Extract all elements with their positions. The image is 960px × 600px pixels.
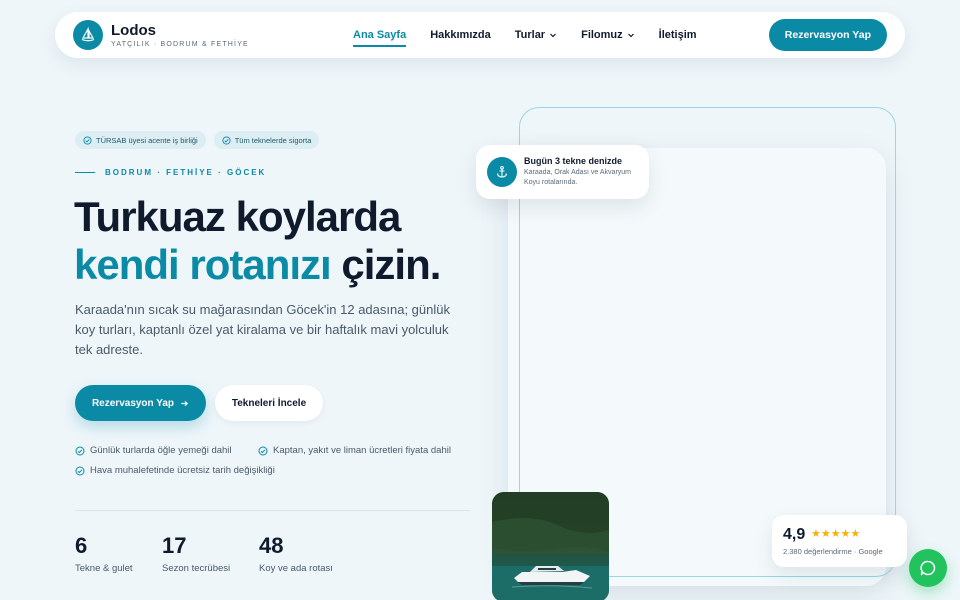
check-circle-icon	[258, 446, 268, 455]
nav-item-home[interactable]: Ana Sayfa	[353, 12, 407, 58]
nav-item-label: Ana Sayfa	[353, 29, 407, 41]
hero-title-rest: çizin.	[330, 241, 441, 288]
brand-name[interactable]: Lodos	[111, 22, 156, 39]
rating-card: 4,9 ★★★★★ 2.380 değerlendirme · Google	[772, 515, 907, 567]
nav-item-fleet[interactable]: Filomuz	[581, 12, 635, 58]
stat-number: 48	[259, 533, 284, 558]
nav-item-about[interactable]: Hakkımızda	[430, 12, 491, 58]
chat-button[interactable]	[909, 549, 947, 587]
nav-item-tours[interactable]: Turlar	[515, 12, 557, 58]
hero-title-accent: kendi rotanızı	[74, 241, 332, 288]
stat-label: Tekne & gulet	[75, 563, 133, 574]
nav-item-label: Hakkımızda	[430, 29, 491, 41]
check-circle-icon	[222, 135, 231, 145]
nav-item-label: Turlar	[514, 29, 546, 41]
check-item: Günlük turlarda öğle yemeği dahil	[75, 445, 232, 456]
status-title: Bugün 3 tekne denizde	[524, 156, 623, 166]
hero-title-line1: Turkuaz koylarda	[74, 193, 401, 240]
view-boats-button[interactable]: Tekneleri İncele	[215, 385, 323, 421]
hero-eyebrow: BODRUM · FETHİYE · GÖCEK	[75, 168, 266, 177]
hero-reservation-button[interactable]: Rezervasyon Yap	[75, 385, 206, 421]
nav-reservation-button[interactable]: Rezervasyon Yap	[768, 19, 887, 51]
check-label: Kaptan, yakıt ve liman ücretleri fiyata …	[273, 445, 451, 456]
yacht-illustration	[492, 492, 609, 600]
nav-item-contact[interactable]: İletişim	[659, 12, 697, 58]
anchor-badge	[487, 157, 517, 187]
trust-badges: TÜRSAB üyesi acente iş birliği Tüm tekne…	[75, 131, 320, 149]
main-menu: Ana Sayfa Hakkımızda Turlar Filomuz İlet…	[353, 12, 697, 58]
nav-item-label: İletişim	[658, 29, 697, 41]
stats-divider	[75, 510, 470, 511]
hero-title-line2: kendi rotanızı çizin.	[74, 241, 441, 289]
badge-insurance: Tüm teknelerde sigorta	[213, 131, 320, 149]
chat-icon	[920, 560, 936, 576]
eyebrow-line	[75, 172, 95, 173]
eyebrow-text: BODRUM · FETHİYE · GÖCEK	[105, 168, 267, 177]
badge-tursab: TÜRSAB üyesi acente iş birliği	[75, 131, 206, 149]
logo[interactable]	[73, 20, 103, 50]
stat-label: Koy ve ada rotası	[259, 563, 333, 574]
check-item: Hava muhalefetinde ücretsiz tarih değişi…	[75, 465, 275, 476]
rating-value: 4,9	[783, 526, 806, 543]
button-label: Rezervasyon Yap	[91, 397, 175, 409]
brand-tagline: YATÇILIK · BODRUM & FETHİYE	[111, 41, 249, 48]
stat-number: 17	[162, 533, 187, 558]
stat-routes: 48 Koy ve ada rotası	[259, 533, 333, 574]
stat-label: Sezon tecrübesi	[162, 563, 231, 574]
stat-boats: 6 Tekne & gulet	[75, 533, 133, 574]
badge-label: TÜRSAB üyesi acente iş birliği	[96, 135, 198, 145]
live-status-card: Bugün 3 tekne denizde Karaada, Orak Adas…	[476, 145, 649, 199]
sailboat-icon	[81, 27, 95, 42]
star-rating: ★★★★★	[811, 528, 861, 540]
check-circle-icon	[75, 446, 85, 455]
chevron-down-icon	[550, 33, 557, 38]
status-text: Karaada, Orak Adası ve Akvaryum Koyu rot…	[524, 169, 631, 186]
chevron-down-icon	[627, 33, 634, 38]
stat-number: 6	[75, 533, 88, 558]
rating-source: 2.380 değerlendirme · Google	[783, 547, 883, 556]
navbar: Lodos YATÇILIK · BODRUM & FETHİYE Ana Sa…	[55, 12, 905, 58]
check-circle-icon	[75, 466, 85, 475]
check-item: Kaptan, yakıt ve liman ücretleri fiyata …	[258, 445, 451, 456]
hero-title: Turkuaz koylarda kendi rotanızı çizin.	[74, 193, 441, 289]
hero-lead: Karaada'nın sıcak su mağarasından Göcek'…	[75, 302, 450, 357]
nav-item-label: Filomuz	[581, 29, 623, 41]
stat-seasons: 17 Sezon tecrübesi	[162, 533, 230, 574]
check-label: Hava muhalefetinde ücretsiz tarih değişi…	[90, 465, 275, 476]
anchor-icon	[496, 165, 508, 178]
check-label: Günlük turlarda öğle yemeği dahil	[90, 445, 232, 456]
yacht-photo	[492, 492, 609, 600]
badge-label: Tüm teknelerde sigorta	[234, 135, 312, 145]
check-circle-icon	[83, 135, 92, 145]
arrow-right-icon	[181, 400, 189, 406]
